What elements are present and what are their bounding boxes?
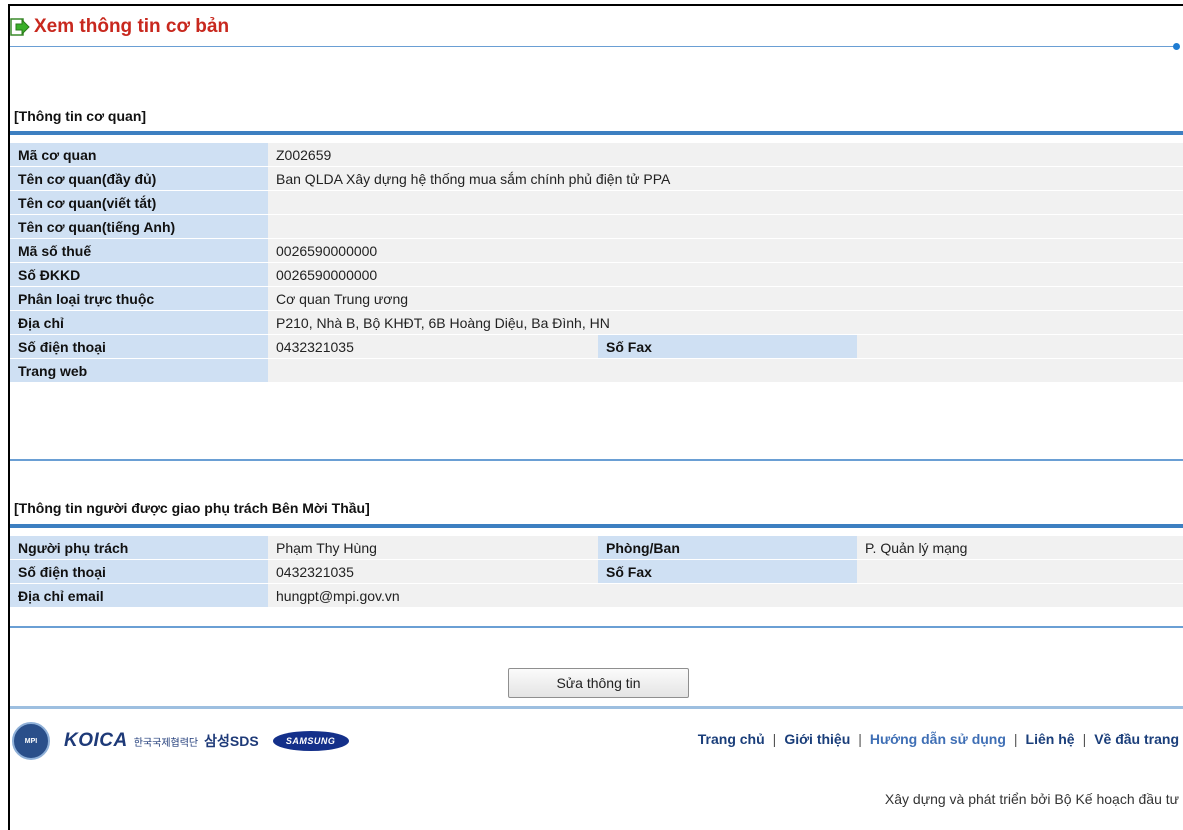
email-value: hungpt@mpi.gov.vn <box>268 583 1183 608</box>
agency-section-bottom-rule <box>10 459 1183 461</box>
footer-link-home[interactable]: Trang chủ <box>698 731 765 747</box>
table-row: Tên cơ quan(tiếng Anh) <box>10 214 1183 239</box>
mpi-seal-logo: MPI <box>12 722 50 760</box>
agency-section-title: [Thông tin cơ quan] <box>14 108 147 124</box>
table-row: Phân loại trực thuộc Cơ quan Trung ương <box>10 286 1183 311</box>
agency-full-name-label: Tên cơ quan(đầy đủ) <box>10 166 268 191</box>
table-row: Tên cơ quan(viết tắt) <box>10 190 1183 215</box>
footer-nav-separator: | <box>858 731 862 747</box>
contact-phone-label: Số điện thoại <box>10 559 268 584</box>
footer-link-contact[interactable]: Liên hệ <box>1026 731 1075 747</box>
page-title: Xem thông tin cơ bản <box>10 16 229 38</box>
samsung-sds-logo: 삼성SDS <box>204 733 259 749</box>
samsung-logo: SAMSUNG <box>272 731 349 751</box>
agency-short-name-value <box>268 190 1183 215</box>
agency-code-value: Z002659 <box>268 143 1183 167</box>
agency-english-name-label: Tên cơ quan(tiếng Anh) <box>10 214 268 239</box>
contact-phone-value: 0432321035 <box>268 559 598 584</box>
table-row: Mã cơ quan Z002659 <box>10 143 1183 167</box>
contact-fax-value <box>857 559 1183 584</box>
footer-divider <box>10 706 1183 709</box>
table-row: Địa chỉ P210, Nhà B, Bộ KHĐT, 6B Hoàng D… <box>10 310 1183 335</box>
title-divider <box>10 46 1176 47</box>
agency-phone-label: Số điện thoại <box>10 334 268 359</box>
department-label: Phòng/Ban <box>598 536 857 560</box>
edit-info-button[interactable]: Sửa thông tin <box>508 668 689 698</box>
table-row: Trang web <box>10 358 1183 383</box>
page-title-text: Xem thông tin cơ bản <box>34 16 230 37</box>
partner-logos: MPI KOICA 한국국제협력단 삼성SDS SAMSUNG <box>12 712 349 770</box>
footer-link-guide[interactable]: Hướng dẫn sử dụng <box>870 731 1006 747</box>
footer-nav-separator: | <box>772 731 777 747</box>
agency-fax-label: Số Fax <box>598 334 857 359</box>
agency-full-name-value: Ban QLDA Xây dựng hệ thống mua sắm chính… <box>268 166 1183 191</box>
person-value: Phạm Thy Hùng <box>268 536 598 560</box>
affiliation-value: Cơ quan Trung ương <box>268 286 1183 311</box>
table-row: Số ĐKKD 0026590000000 <box>10 262 1183 287</box>
contact-fax-label: Số Fax <box>598 559 857 584</box>
agency-info-table: Mã cơ quan Z002659 Tên cơ quan(đầy đủ) B… <box>10 143 1183 383</box>
tax-code-label: Mã số thuế <box>10 238 268 263</box>
table-row: Mã số thuế 0026590000000 <box>10 238 1183 263</box>
footer-link-top[interactable]: Về đầu trang <box>1094 731 1179 747</box>
contact-info-table: Người phụ trách Phạm Thy Hùng Phòng/Ban … <box>10 536 1183 608</box>
agency-section-top-rule <box>10 131 1183 135</box>
address-label: Địa chỉ <box>10 310 268 335</box>
agency-short-name-label: Tên cơ quan(viết tắt) <box>10 190 268 215</box>
table-row: Tên cơ quan(đầy đủ) Ban QLDA Xây dựng hệ… <box>10 166 1183 191</box>
title-divider-dot <box>1173 43 1180 50</box>
table-row: Người phụ trách Phạm Thy Hùng Phòng/Ban … <box>10 536 1183 560</box>
agency-phone-value: 0432321035 <box>268 334 598 359</box>
contact-section-title: [Thông tin người được giao phụ trách Bên… <box>14 500 370 516</box>
agency-fax-value <box>857 334 1183 359</box>
footer-nav-separator: | <box>1082 731 1087 747</box>
table-row: Số điện thoại 0432321035 Số Fax <box>10 559 1183 584</box>
address-value: P210, Nhà B, Bộ KHĐT, 6B Hoàng Diệu, Ba … <box>268 310 1183 335</box>
website-value <box>268 358 1183 383</box>
contact-section-bottom-rule <box>10 626 1183 628</box>
business-reg-label: Số ĐKKD <box>10 262 268 287</box>
tax-code-value: 0026590000000 <box>268 238 1183 263</box>
affiliation-label: Phân loại trực thuộc <box>10 286 268 311</box>
department-value: P. Quản lý mạng <box>857 536 1183 560</box>
website-label: Trang web <box>10 358 268 383</box>
email-label: Địa chỉ email <box>10 583 268 608</box>
business-reg-value: 0026590000000 <box>268 262 1183 287</box>
footer-credit: Xây dựng và phát triển bởi Bộ Kế hoạch đ… <box>884 791 1179 807</box>
table-row: Địa chỉ email hungpt@mpi.gov.vn <box>10 583 1183 608</box>
table-row: Số điện thoại 0432321035 Số Fax <box>10 334 1183 359</box>
agency-english-name-value <box>268 214 1183 239</box>
footer-nav: Trang chủ | Giới thiệu | Hướng dẫn sử dụ… <box>698 731 1179 747</box>
agency-code-label: Mã cơ quan <box>10 143 268 167</box>
footer-link-about[interactable]: Giới thiệu <box>784 731 850 747</box>
koica-logo: KOICA <box>64 730 128 751</box>
person-label: Người phụ trách <box>10 536 268 560</box>
koica-logo-subtext: 한국국제협력단 <box>133 737 199 749</box>
green-arrow-icon <box>10 18 30 36</box>
footer-nav-separator: | <box>1013 731 1018 747</box>
contact-section-top-rule <box>10 524 1183 528</box>
